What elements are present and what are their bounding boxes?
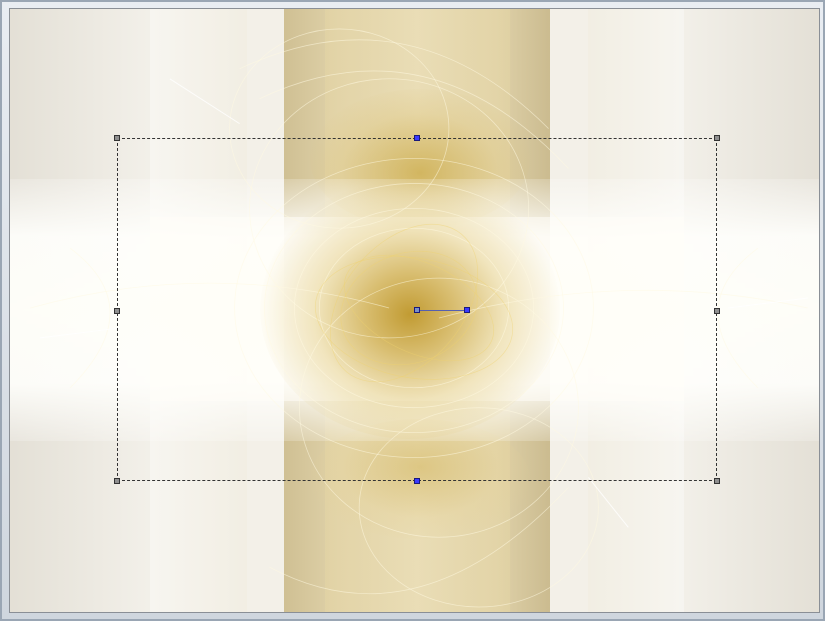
handle-top-right[interactable]: [714, 135, 720, 141]
rotation-arm-line: [417, 310, 467, 311]
image-canvas[interactable]: [9, 8, 820, 613]
handle-bottom-left[interactable]: [114, 478, 120, 484]
handle-top-left[interactable]: [114, 135, 120, 141]
handle-bottom-right[interactable]: [714, 478, 720, 484]
window-frame: [0, 0, 825, 621]
handle-middle-right[interactable]: [714, 308, 720, 314]
handle-middle-left[interactable]: [114, 308, 120, 314]
handle-bottom-center[interactable]: [414, 478, 420, 484]
handle-top-center[interactable]: [414, 135, 420, 141]
handle-center-pivot[interactable]: [414, 307, 420, 313]
handle-rotation-arm[interactable]: [464, 307, 470, 313]
